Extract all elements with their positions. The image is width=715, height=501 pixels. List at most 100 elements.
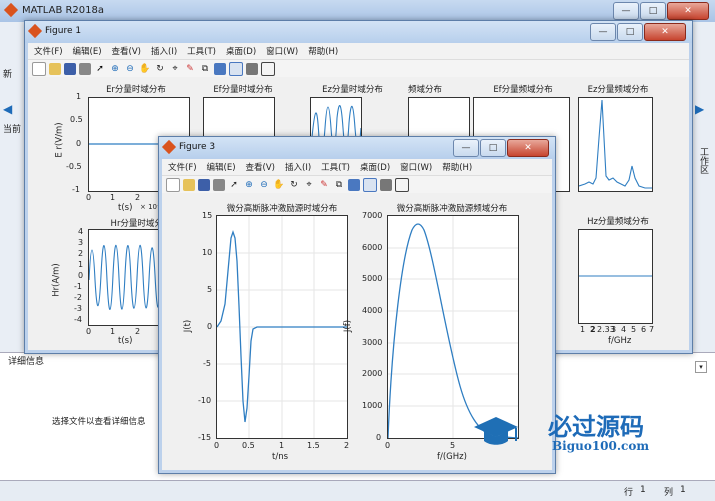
legend-icon[interactable]: [363, 178, 377, 192]
ez-freq-axes[interactable]: [578, 97, 653, 192]
menu-insert[interactable]: 插入(I): [151, 45, 177, 57]
freq-ytick: 6000: [362, 243, 383, 252]
fig3-maximize-button[interactable]: □: [480, 139, 506, 157]
data-cursor-icon[interactable]: ⌖: [303, 179, 315, 191]
new-figure-icon[interactable]: [166, 178, 180, 192]
left-strip: ◀ 新 当前: [0, 22, 24, 352]
menu-help[interactable]: 帮助(H): [442, 161, 472, 173]
time-ytick: 10: [202, 248, 213, 257]
zoom-out-icon[interactable]: ⊖: [124, 63, 136, 75]
hr-xtick: 1: [110, 327, 116, 336]
figure-logo-icon: [161, 139, 177, 155]
time-ytick: 15: [202, 211, 213, 220]
zoom-in-icon[interactable]: ⊕: [243, 179, 255, 191]
hide-tools-icon[interactable]: [380, 179, 392, 191]
time-plot-axes[interactable]: [216, 215, 348, 439]
pointer-icon[interactable]: ➚: [94, 63, 106, 75]
er-xlabel: t(s): [118, 203, 133, 213]
fig3-minimize-button[interactable]: —: [453, 139, 479, 157]
menu-tools[interactable]: 工具(T): [187, 45, 216, 57]
hr-xtick: 2: [135, 327, 141, 336]
ef-freq-title: Ef分量频域分布: [493, 85, 553, 95]
menu-file[interactable]: 文件(F): [168, 161, 197, 173]
open-icon[interactable]: [183, 179, 195, 191]
er-ytick: 1: [76, 92, 82, 101]
save-icon[interactable]: [64, 63, 76, 75]
fig1-close-button[interactable]: ✕: [644, 23, 686, 41]
hr-ytick: -1: [74, 282, 82, 291]
maximize-button[interactable]: □: [640, 2, 666, 20]
forward-arrow-icon[interactable]: ▶: [695, 102, 709, 116]
hz-xlabel: f/GHz: [608, 336, 632, 346]
link-icon[interactable]: ⧉: [333, 179, 345, 191]
open-icon[interactable]: [49, 63, 61, 75]
close-button[interactable]: ✕: [667, 2, 709, 20]
menu-insert[interactable]: 插入(I): [285, 161, 311, 173]
figure1-title: Figure 1: [45, 26, 82, 36]
menu-tools[interactable]: 工具(T): [321, 161, 350, 173]
hz-xtick: 6: [641, 325, 647, 334]
legend-icon[interactable]: [229, 62, 243, 76]
row-label: 行: [624, 488, 634, 498]
pan-icon[interactable]: ✋: [139, 63, 151, 75]
pointer-icon[interactable]: ➚: [228, 179, 240, 191]
print-icon[interactable]: [79, 63, 91, 75]
menu-window[interactable]: 窗口(W): [400, 161, 432, 173]
pan-icon[interactable]: ✋: [273, 179, 285, 191]
matlab-logo-icon: [3, 2, 19, 18]
er-ylabel: E r(V/m): [54, 122, 65, 158]
zoom-in-icon[interactable]: ⊕: [109, 63, 121, 75]
menu-view[interactable]: 查看(V): [246, 161, 275, 173]
hide-tools-icon[interactable]: [246, 63, 258, 75]
time-ylabel: J(t): [183, 319, 194, 333]
menu-window[interactable]: 窗口(W): [266, 45, 298, 57]
er-ytick: -1: [72, 185, 80, 194]
show-tools-icon[interactable]: [395, 178, 409, 192]
link-icon[interactable]: ⧉: [199, 63, 211, 75]
menu-desktop[interactable]: 桌面(D): [360, 161, 390, 173]
watermark-en: Biguo100.com: [552, 439, 650, 453]
menu-edit[interactable]: 编辑(E): [207, 161, 236, 173]
workspace-tab[interactable]: 工作区: [697, 147, 710, 174]
menu-edit[interactable]: 编辑(E): [73, 45, 102, 57]
data-cursor-icon[interactable]: ⌖: [169, 63, 181, 75]
er-time-title: Er分量时域分布: [106, 85, 166, 95]
brush-icon[interactable]: ✎: [318, 179, 330, 191]
hz-freq-plot: [579, 275, 652, 277]
menu-desktop[interactable]: 桌面(D): [226, 45, 256, 57]
time-ytick: 5: [207, 285, 213, 294]
zoom-out-icon[interactable]: ⊖: [258, 179, 270, 191]
show-tools-icon[interactable]: [261, 62, 275, 76]
hr-ytick: 4: [78, 227, 84, 236]
fig3-close-button[interactable]: ✕: [507, 139, 549, 157]
menu-file[interactable]: 文件(F): [34, 45, 63, 57]
fig1-maximize-button[interactable]: □: [617, 23, 643, 41]
minimize-button[interactable]: —: [613, 2, 639, 20]
colorbar-icon[interactable]: [348, 179, 360, 191]
colorbar-icon[interactable]: [214, 63, 226, 75]
freq-ytick: 3000: [362, 338, 383, 347]
figure1-toolbar: ➚ ⊕ ⊖ ✋ ↻ ⌖ ✎ ⧉: [28, 59, 689, 78]
col-value: 1: [680, 485, 686, 495]
new-figure-icon[interactable]: [32, 62, 46, 76]
hz-xtick: 7: [649, 325, 655, 334]
app-title: MATLAB R2018a: [22, 5, 105, 16]
print-icon[interactable]: [213, 179, 225, 191]
fig1-minimize-button[interactable]: —: [590, 23, 616, 41]
freq-xtick: 0: [385, 441, 391, 450]
menu-view[interactable]: 查看(V): [112, 45, 141, 57]
back-arrow-icon[interactable]: ◀: [3, 102, 17, 116]
menu-help[interactable]: 帮助(H): [308, 45, 338, 57]
freq-ytick: 7000: [362, 211, 383, 220]
er-freq-title: 频域分布: [408, 85, 443, 95]
panel-dropdown-icon[interactable]: ▾: [695, 361, 707, 373]
rotate-icon[interactable]: ↻: [154, 63, 166, 75]
time-xtick: 1: [279, 441, 285, 450]
brush-icon[interactable]: ✎: [184, 63, 196, 75]
time-plot-svg: [216, 216, 347, 438]
hr-time-axes[interactable]: [88, 229, 160, 326]
rotate-icon[interactable]: ↻: [288, 179, 300, 191]
save-icon[interactable]: [198, 179, 210, 191]
hz-xtick: 1: [580, 325, 586, 334]
hz-freq-axes[interactable]: [578, 229, 653, 324]
